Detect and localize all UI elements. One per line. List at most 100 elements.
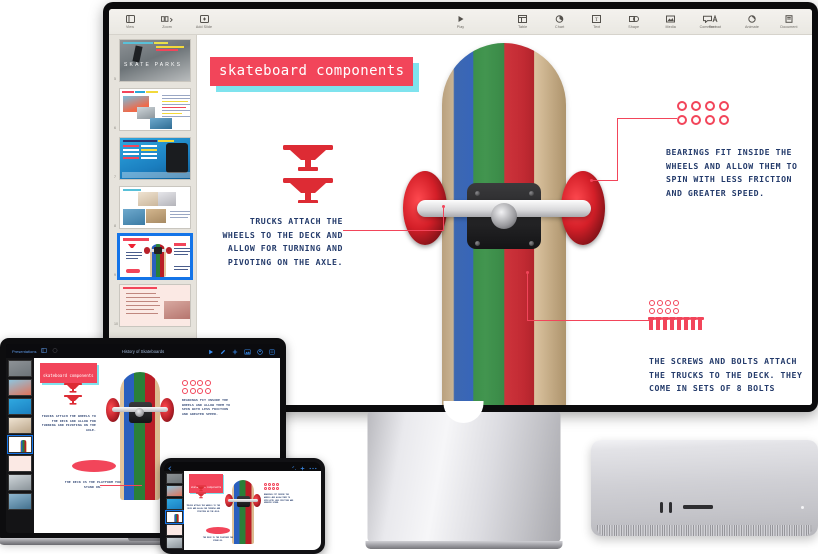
toolbar-media-button[interactable]: Media: [658, 13, 684, 30]
toolbar-table-button[interactable]: Table: [510, 13, 536, 30]
view-icon[interactable]: [41, 348, 48, 354]
thumbnail-gear-collage[interactable]: [119, 186, 191, 229]
thumbnail-safety-text[interactable]: [119, 284, 191, 327]
bolt-icon: [654, 317, 662, 330]
slide-number: 9: [114, 273, 116, 277]
toolbar-animate-label: Animate: [745, 25, 759, 29]
slide-thumbnail-item[interactable]: 7: [114, 137, 191, 180]
toolbar-text-button[interactable]: T Text: [584, 13, 610, 30]
nut-icon: [665, 300, 671, 306]
toolbar-left-group: View Zoom Add Slide: [117, 13, 217, 30]
slide-thumbnail-item[interactable]: 10: [114, 284, 191, 327]
nut-icon: [649, 308, 655, 314]
bearing-ring-icon: [705, 115, 715, 125]
bolt-icon: [689, 317, 697, 330]
leader-line-bearings: [617, 118, 677, 119]
toolbar-animate-button[interactable]: Animate: [739, 13, 765, 30]
bearing-ring-icon: [691, 101, 701, 111]
nut-icon: [673, 308, 679, 314]
deck-bolt: [475, 241, 480, 246]
iphone-slide-navigator[interactable]: [164, 471, 184, 550]
toolbar-document-button[interactable]: Document: [776, 13, 802, 30]
iphone-frame: skateboard components TRUCKS ATTACH THE …: [160, 458, 325, 554]
toolbar-view-button[interactable]: View: [117, 13, 143, 30]
iphone-thumbnail[interactable]: [165, 498, 183, 510]
toolbar-format-button[interactable]: Format: [702, 13, 728, 30]
toolbar-play-button[interactable]: Play: [448, 13, 474, 30]
ipad-deck: [120, 372, 160, 500]
toolbar-play-label: Play: [456, 25, 465, 29]
bearing-ring-row: [677, 101, 729, 111]
toolbar-zoom-label: Zoom: [162, 25, 172, 29]
ipad-trucks-graphic: [62, 382, 84, 411]
trucks-graphic: [277, 141, 339, 208]
ipad-thumbnail[interactable]: [8, 360, 32, 377]
bolt-icon: [647, 317, 655, 330]
slide-number: 10: [114, 322, 118, 326]
presentations-button[interactable]: Presentations: [12, 349, 36, 354]
ipad-thumbnail[interactable]: [8, 493, 32, 510]
ipad-thumbnail[interactable]: [8, 417, 32, 434]
slide-thumbnail-item[interactable]: 8: [114, 186, 191, 229]
ipad-thumbnail[interactable]: [8, 474, 32, 491]
bolt-icon: [675, 317, 683, 330]
slide-thumbnail-item[interactable]: 5 SKATE PARKS: [114, 39, 191, 82]
bearing-ring-icon: [691, 115, 701, 125]
thumbnail-timeline[interactable]: [119, 137, 191, 180]
ipad-thumbnail[interactable]: [8, 379, 32, 396]
ipad-thumbnail[interactable]: [8, 398, 32, 415]
thumbnail-skate-parks[interactable]: SKATE PARKS: [119, 39, 191, 82]
leader-line-screws: [527, 320, 649, 321]
ipad-bearings-graphic: [182, 380, 211, 394]
iphone-screen: skateboard components TRUCKS ATTACH THE …: [164, 462, 321, 550]
zoom-icon[interactable]: [52, 348, 58, 354]
toolbar-add-slide-button[interactable]: Add Slide: [191, 13, 217, 30]
toolbar-table-label: Table: [518, 25, 528, 29]
view-icon: [124, 13, 137, 24]
bearing-ring-icon: [272, 487, 275, 490]
table-icon: [516, 13, 529, 24]
iphone-thumbnail-selected[interactable]: [164, 510, 184, 524]
toolbar-insert-group: Table Chart T Text Shape Media Comment: [510, 13, 721, 30]
toolbar-shape-button[interactable]: Shape: [621, 13, 647, 30]
power-led: [801, 506, 804, 509]
usb-c-port: [660, 502, 663, 513]
bearing-ring-icon: [719, 101, 729, 111]
leader-line-trucks: [343, 230, 443, 231]
slide-thumbnail-item[interactable]: 9: [114, 233, 193, 280]
slide-thumbnail-item[interactable]: 6: [114, 88, 191, 131]
chart-icon: [553, 13, 566, 24]
toolbar-add-slide-label: Add Slide: [195, 25, 213, 29]
toolbar-text-label: Text: [593, 25, 601, 29]
iphone-thumbnail[interactable]: [165, 472, 183, 484]
ipad-deck-shape: [72, 460, 116, 472]
deck-bolt: [475, 191, 480, 196]
iphone-thumbnail[interactable]: [165, 524, 183, 536]
iphone-body: skateboard components TRUCKS ATTACH THE …: [164, 471, 321, 550]
bearing-ring-icon: [182, 380, 188, 386]
bearing-ring-icon: [204, 380, 211, 386]
vent-grille: [597, 525, 812, 536]
keynote-toolbar: View Zoom Add Slide Play Table Chart T T…: [109, 9, 812, 35]
text-icon: T: [590, 13, 603, 24]
ipad-slide-navigator[interactable]: [6, 358, 34, 533]
iphone-thumbnail[interactable]: [165, 485, 183, 497]
leader-dot-screws: [526, 271, 529, 274]
stand-notch: [443, 401, 484, 423]
toolbar-zoom-button[interactable]: Zoom: [154, 13, 180, 30]
bearing-ring-icon: [719, 115, 729, 125]
iphone-thumbnail[interactable]: [165, 537, 183, 549]
ipad-thumbnail-selected[interactable]: [7, 435, 33, 454]
ipad-thumbnail[interactable]: [8, 455, 32, 472]
slide-title-box[interactable]: skateboard components: [210, 57, 414, 86]
leader-line-bearings-v: [617, 118, 618, 180]
skateboard-illustration: [403, 43, 605, 405]
iphone-slide-canvas[interactable]: skateboard components TRUCKS ATTACH THE …: [184, 471, 321, 550]
bearing-ring-icon: [272, 483, 275, 486]
thumbnail-skateboard-components[interactable]: [117, 233, 193, 280]
bolt-icon: [696, 317, 704, 330]
stand-foot: [365, 541, 562, 549]
mac-studio: [591, 440, 818, 548]
thumbnail-tricks-photos[interactable]: [119, 88, 191, 131]
toolbar-chart-button[interactable]: Chart: [547, 13, 573, 30]
